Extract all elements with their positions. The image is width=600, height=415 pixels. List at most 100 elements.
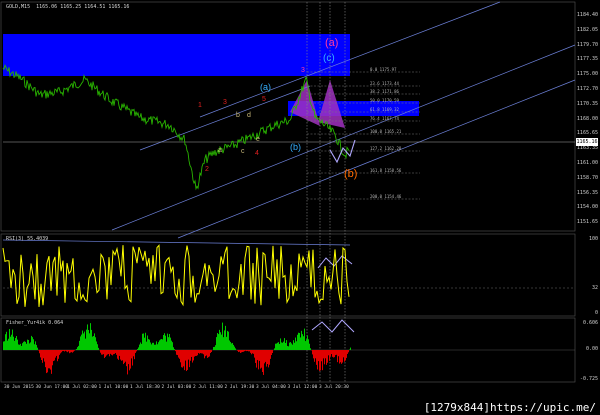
fisher-bar	[93, 335, 94, 350]
fib-label: 127.2 1162.28	[370, 146, 402, 151]
fisher-bar	[117, 350, 118, 359]
fisher-bar	[50, 350, 51, 370]
fisher-bar	[292, 344, 293, 350]
fisher-bar	[289, 342, 290, 350]
fisher-bar	[197, 350, 198, 356]
fisher-bar	[13, 336, 14, 350]
fisher-bar	[220, 332, 221, 350]
fisher-bar	[51, 350, 52, 374]
fisher-bar	[122, 350, 123, 361]
wave-label-3: 3	[301, 67, 305, 74]
fisher-bar	[155, 344, 156, 350]
price-tick: 1163.35	[576, 145, 598, 152]
fisher-bar	[203, 350, 204, 355]
fisher-bar	[280, 338, 281, 350]
fisher-bar	[82, 330, 83, 350]
price-tick: 1151.65	[576, 219, 598, 226]
fisher-bar	[138, 347, 139, 350]
fisher-bar	[33, 339, 34, 350]
fisher-bar	[340, 350, 341, 363]
fisher-bar	[145, 332, 146, 350]
fisher-bar	[329, 350, 330, 361]
fisher-bar	[41, 350, 42, 361]
fisher-bar	[4, 341, 5, 350]
fisher-bar	[32, 337, 33, 350]
fisher-bar	[152, 342, 153, 350]
fisher-bar	[178, 350, 179, 358]
fisher-bar	[81, 334, 82, 350]
fisher-bar	[176, 350, 177, 355]
fisher-bar	[85, 338, 86, 350]
fisher-bar	[275, 343, 276, 350]
price-tick: 1165.65	[576, 130, 598, 137]
wave-label-2: 2	[205, 166, 209, 173]
fisher-bar	[31, 335, 32, 350]
fisher-bar	[163, 334, 164, 350]
fisher-bar	[104, 350, 105, 359]
fisher-bar	[240, 350, 241, 353]
fisher-bar	[36, 344, 37, 350]
price-tick: 1179.70	[576, 41, 598, 48]
fisher-bar	[201, 350, 202, 354]
fisher-bar	[210, 350, 211, 354]
fisher-bar	[319, 350, 320, 371]
wave-label-a-major: (a)	[325, 37, 339, 49]
fisher-bar	[133, 350, 134, 357]
fisher-bar	[84, 331, 85, 350]
fisher-bar	[305, 341, 306, 350]
fisher-bar	[119, 350, 120, 356]
fisher-bar	[328, 350, 329, 356]
fisher-bar	[258, 350, 259, 370]
fisher-bar	[53, 350, 54, 362]
fisher-bar	[291, 343, 292, 350]
fisher-bar	[18, 344, 19, 350]
fisher-bar	[78, 345, 79, 350]
fisher-bar	[175, 350, 176, 352]
time-tick: 1 Jul 10:00	[98, 385, 129, 390]
chart-canvas[interactable]	[0, 0, 600, 415]
fisher-bar	[216, 337, 217, 350]
fisher-bar	[190, 350, 191, 361]
fisher-bar	[90, 323, 91, 350]
fisher-bar	[172, 342, 173, 350]
fisher-bar	[241, 350, 242, 353]
fisher-bar	[181, 350, 182, 368]
fisher-bar	[101, 350, 102, 355]
fisher-bar	[272, 350, 273, 353]
fisher-bar	[179, 350, 180, 359]
fisher-bar	[30, 342, 31, 350]
fisher-bar	[95, 337, 96, 350]
wave-label-4: 4	[255, 150, 259, 157]
fisher-bar	[83, 333, 84, 350]
fisher-bar	[174, 349, 175, 350]
fisher-bar	[11, 334, 12, 350]
fisher-bar	[102, 350, 103, 355]
fisher-bar	[94, 333, 95, 350]
fisher-bar	[324, 350, 325, 365]
wave-label-sa: a	[218, 147, 222, 154]
fisher-bar	[221, 334, 222, 350]
time-tick: 2 Jul 11:00	[193, 385, 223, 390]
fisher-bar	[225, 325, 226, 350]
fisher-bar	[113, 350, 114, 355]
fisher-bar	[35, 341, 36, 350]
fisher-bar	[213, 347, 214, 350]
fisher-bar	[332, 350, 333, 357]
fisher-bar	[5, 334, 6, 350]
fisher-bar	[253, 350, 254, 354]
fisher-bar	[162, 339, 163, 350]
price-tick: 1168.00	[576, 115, 598, 122]
fisher-bar	[248, 350, 249, 352]
fisher-bar	[49, 350, 50, 369]
fisher-bar	[269, 350, 270, 365]
fisher-bar	[341, 350, 342, 364]
symbol-label: GOLD,M15 1165.06 1165.25 1164.51 1165.16	[6, 4, 130, 10]
fisher-bar	[338, 350, 339, 357]
fisher-bar	[346, 350, 347, 358]
fisher-bar	[217, 333, 218, 350]
fisher-bar	[62, 350, 63, 352]
fisher-bar	[244, 350, 245, 352]
fisher-bar	[8, 338, 9, 350]
fisher-bar	[40, 350, 41, 358]
fisher-bar	[348, 350, 349, 353]
